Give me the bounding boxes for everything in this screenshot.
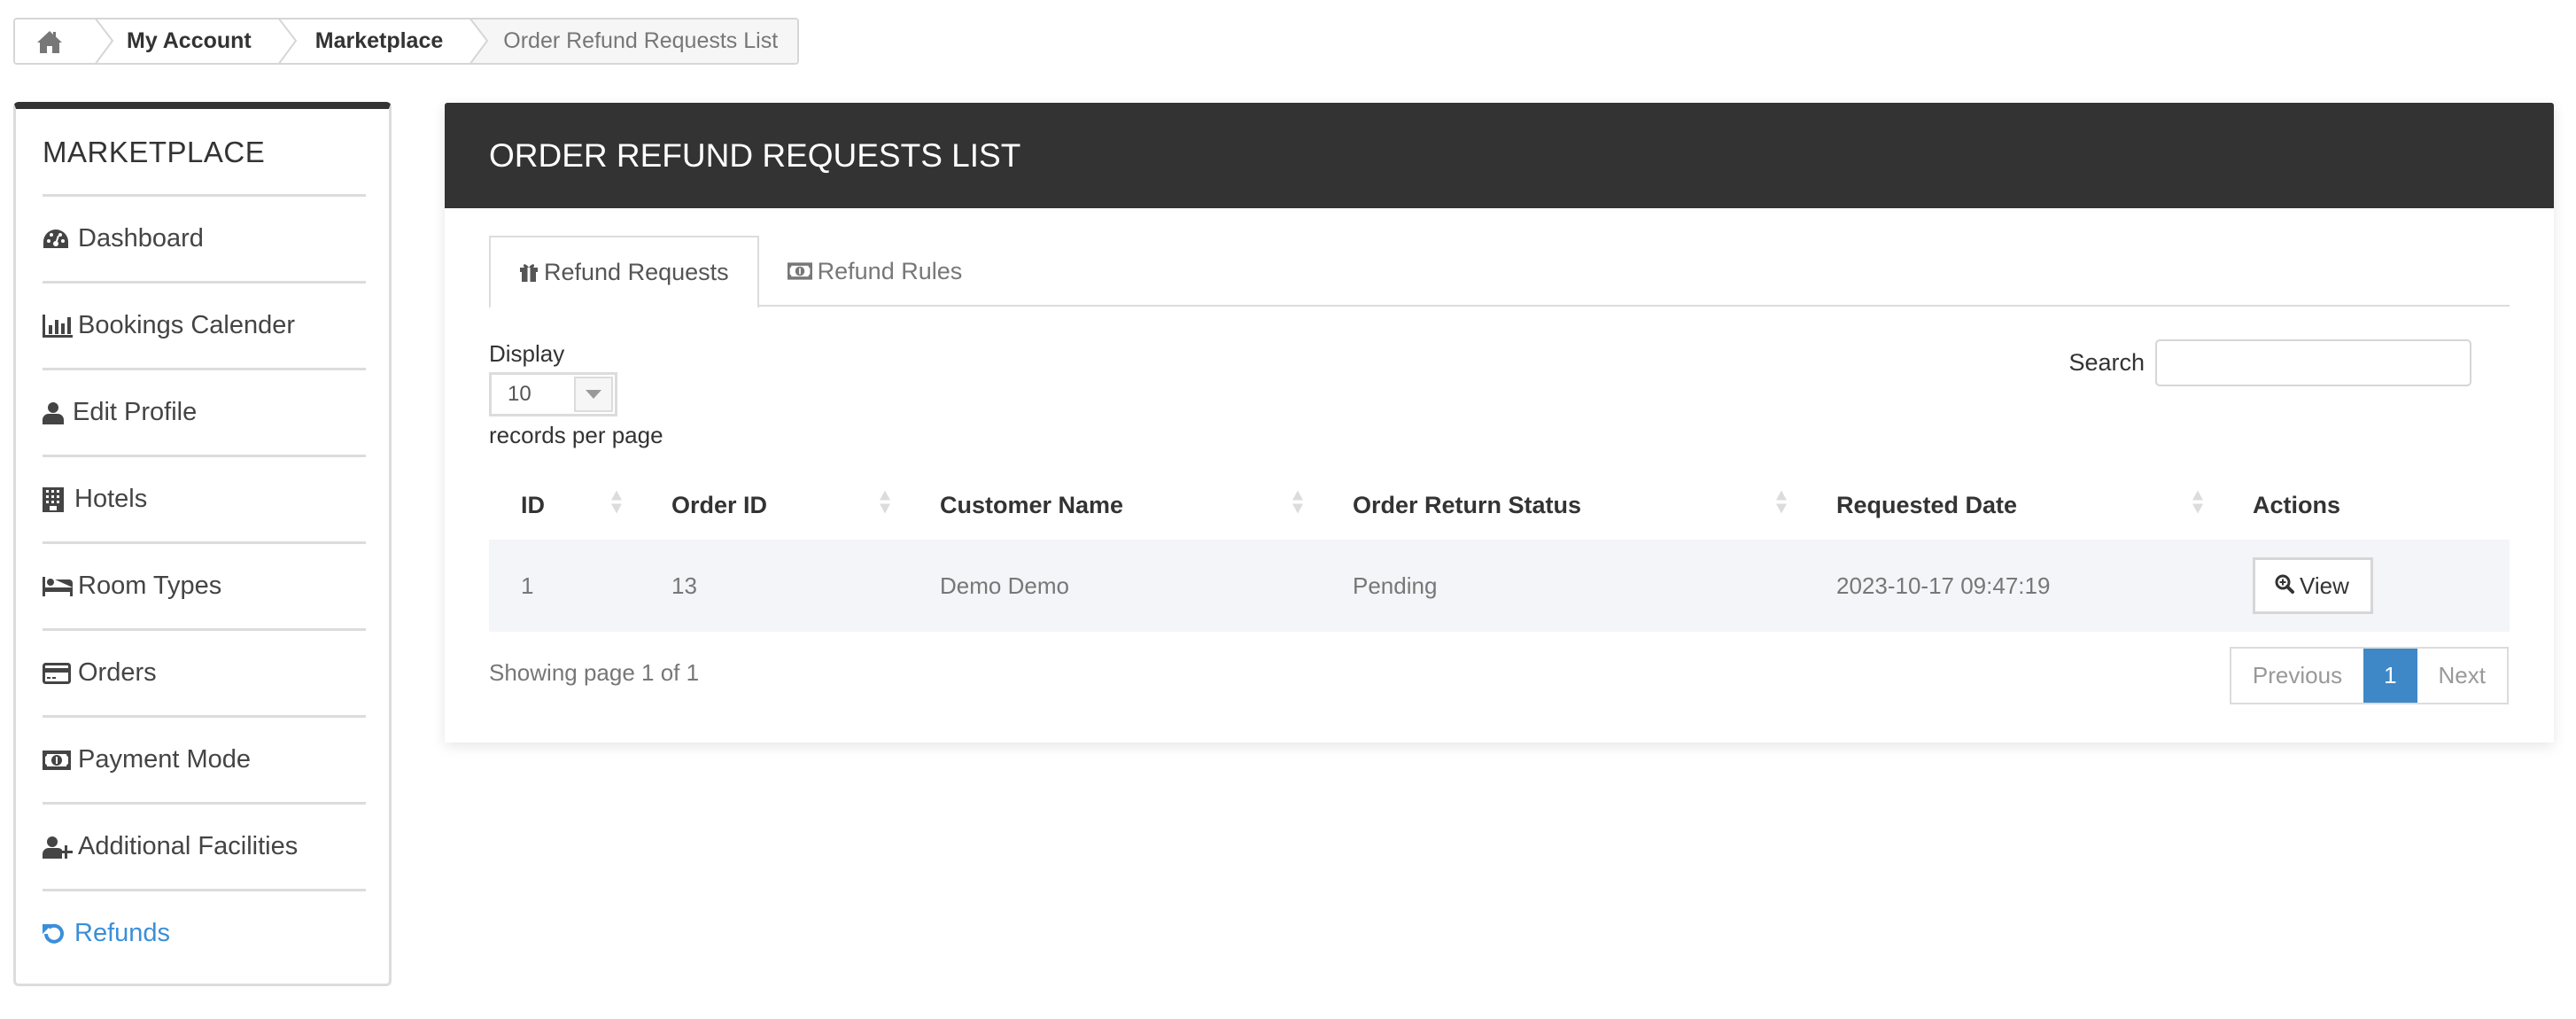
sidebar-item-label: Bookings Calender	[78, 311, 296, 339]
table-row: 1 13 Demo Demo Pending 2023-10-17 09:47:…	[489, 540, 2510, 632]
sort-icon	[1292, 490, 1303, 520]
tab-bar: Refund Requests Refund Rules	[489, 236, 2510, 308]
breadcrumb-separator	[95, 19, 114, 63]
cell-order-id: 13	[671, 572, 697, 599]
sidebar-item-room-types[interactable]: Room Types	[43, 541, 366, 628]
sidebar-item-payment-mode[interactable]: Payment Mode	[43, 715, 366, 802]
page-size-select[interactable]: 10	[489, 372, 617, 416]
column-label: Customer Name	[940, 491, 1124, 518]
column-header-requested-date[interactable]: Requested Date	[1804, 471, 2221, 540]
search-label: Search	[2068, 349, 2145, 376]
zoom-in-icon	[2275, 572, 2300, 600]
page-1-button[interactable]: 1	[2363, 649, 2417, 703]
search-control: Search	[2068, 339, 2471, 386]
sort-icon	[611, 490, 622, 520]
sidebar-item-refunds[interactable]: Refunds	[43, 889, 366, 976]
dashboard-icon	[43, 226, 73, 253]
sidebar-item-label: Hotels	[74, 485, 148, 513]
cell-requested-date: 2023-10-17 09:47:19	[1836, 572, 2051, 599]
cell-status: Pending	[1353, 572, 1438, 599]
breadcrumb-current: Order Refund Requests List	[489, 19, 798, 63]
sidebar-item-dashboard[interactable]: Dashboard	[43, 194, 366, 281]
money-icon	[43, 747, 73, 774]
bar-chart-icon	[43, 313, 73, 339]
column-label: Actions	[2253, 491, 2341, 518]
page-size-control: Display 10 records per page	[489, 340, 663, 449]
credit-card-icon	[43, 660, 73, 687]
pagination: Previous 1 Next	[2229, 647, 2509, 704]
page-title: ORDER REFUND REQUESTS LIST	[445, 103, 2554, 208]
sort-icon	[880, 490, 890, 520]
tab-refund-requests[interactable]: Refund Requests	[489, 236, 759, 308]
sidebar-item-label: Additional Facilities	[78, 832, 299, 860]
sidebar-item-orders[interactable]: Orders	[43, 628, 366, 715]
view-button[interactable]: View	[2253, 557, 2373, 614]
sidebar-item-edit-profile[interactable]: Edit Profile	[43, 368, 366, 455]
search-input[interactable]	[2155, 339, 2471, 386]
sidebar-item-label: Room Types	[78, 572, 222, 600]
column-label: Order ID	[671, 491, 768, 518]
breadcrumb-home[interactable]	[15, 19, 95, 63]
refund-requests-table: ID Order ID Customer Name Order Return S…	[489, 471, 2510, 632]
bed-icon	[43, 573, 73, 600]
sidebar-item-additional-facilities[interactable]: Additional Facilities	[43, 802, 366, 889]
sidebar-item-label: Payment Mode	[78, 745, 252, 774]
breadcrumb-marketplace[interactable]: Marketplace	[297, 19, 470, 63]
sidebar-item-hotels[interactable]: Hotels	[43, 455, 366, 541]
column-header-customer-name[interactable]: Customer Name	[908, 471, 1321, 540]
view-button-label: View	[2300, 572, 2349, 599]
sidebar-item-label: Edit Profile	[73, 398, 198, 426]
undo-icon	[43, 921, 69, 947]
sidebar-item-label: Refunds	[74, 919, 171, 947]
user-plus-icon	[43, 834, 73, 860]
sidebar-title: MARKETPLACE	[43, 136, 266, 168]
sidebar: MARKETPLACE Dashboard Bookings Calender …	[13, 102, 392, 986]
previous-page-button[interactable]: Previous	[2231, 649, 2364, 703]
column-header-order-id[interactable]: Order ID	[640, 471, 908, 540]
sort-icon	[1776, 490, 1787, 520]
tab-label: Refund Rules	[817, 257, 963, 284]
pagination-info: Showing page 1 of 1	[489, 659, 700, 686]
column-header-order-return-status[interactable]: Order Return Status	[1321, 471, 1804, 540]
column-label: ID	[521, 491, 545, 518]
cell-id: 1	[521, 572, 534, 599]
column-label: Requested Date	[1836, 491, 2018, 518]
column-label: Order Return Status	[1353, 491, 1582, 518]
page-size-value: 10	[508, 382, 531, 406]
sidebar-item-label: Orders	[78, 658, 157, 687]
display-label: Display	[489, 340, 565, 367]
money-icon	[787, 262, 812, 280]
breadcrumb: My Account Marketplace Order Refund Requ…	[13, 18, 800, 65]
sort-icon	[2192, 490, 2203, 520]
sidebar-nav: Dashboard Bookings Calender Edit Profile…	[43, 194, 366, 976]
home-icon	[36, 29, 63, 54]
breadcrumb-separator	[469, 19, 490, 63]
next-page-button[interactable]: Next	[2417, 649, 2507, 703]
tab-label: Refund Requests	[544, 258, 729, 285]
gift-icon	[519, 262, 539, 282]
building-icon	[43, 486, 69, 513]
user-icon	[43, 400, 67, 426]
sidebar-item-bookings-calender[interactable]: Bookings Calender	[43, 281, 366, 368]
tab-refund-rules[interactable]: Refund Rules	[759, 236, 991, 307]
chevron-down-icon[interactable]	[574, 377, 613, 412]
column-header-actions: Actions	[2221, 471, 2510, 540]
records-per-page-label: records per page	[489, 422, 663, 448]
cell-customer-name: Demo Demo	[940, 572, 1069, 599]
cell-actions: View	[2221, 540, 2510, 632]
sidebar-item-label: Dashboard	[78, 224, 204, 253]
breadcrumb-my-account[interactable]: My Account	[114, 19, 278, 63]
column-header-id[interactable]: ID	[489, 471, 640, 540]
refund-requests-panel: ORDER REFUND REQUESTS LIST Refund Reques…	[445, 103, 2554, 743]
table-header: ID Order ID Customer Name Order Return S…	[489, 471, 2510, 540]
breadcrumb-separator	[277, 19, 298, 63]
